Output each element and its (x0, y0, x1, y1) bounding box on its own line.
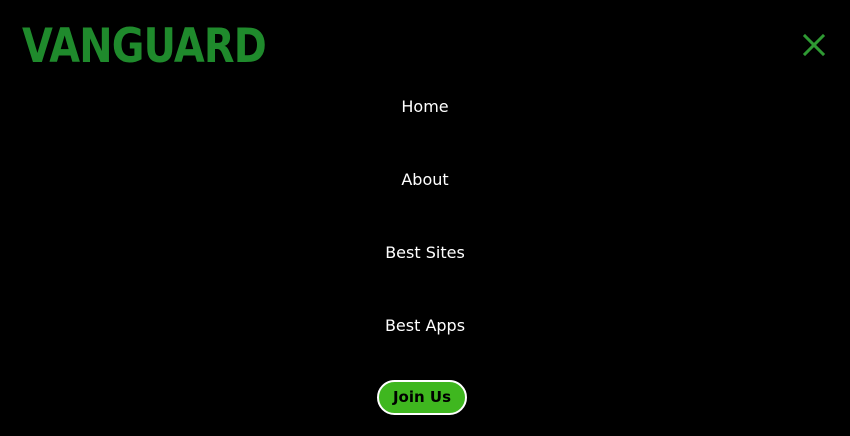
mobile-menu-overlay: VANGUARD Home About Best Sites Best Apps… (0, 0, 850, 436)
main-nav: Home About Best Sites Best Apps Join Us (0, 0, 850, 436)
join-us-button[interactable]: Join Us (377, 380, 467, 415)
nav-item-best-apps[interactable]: Best Apps (0, 316, 850, 336)
nav-item-best-sites[interactable]: Best Sites (0, 243, 850, 263)
nav-item-about[interactable]: About (0, 170, 850, 190)
nav-item-home[interactable]: Home (0, 97, 850, 117)
